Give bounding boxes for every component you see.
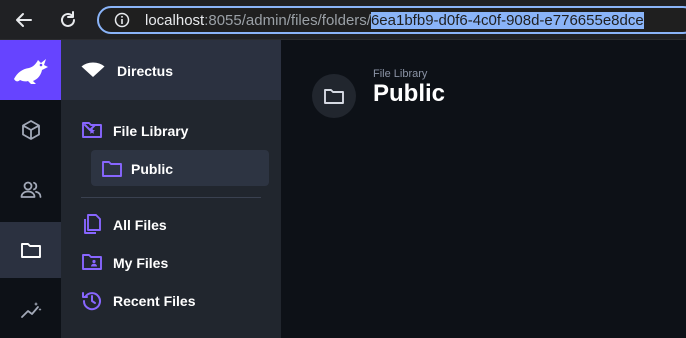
box-icon bbox=[22, 120, 40, 140]
nav-my-files-label: My Files bbox=[113, 255, 169, 271]
module-insights[interactable] bbox=[0, 282, 61, 338]
history-icon bbox=[82, 292, 101, 311]
breadcrumb[interactable]: File Library bbox=[373, 68, 427, 80]
wifi-icon bbox=[81, 62, 105, 77]
nav-file-library[interactable]: File Library bbox=[81, 119, 271, 143]
address-bar[interactable]: localhost:8055/admin/files/folders/6ea1b… bbox=[97, 6, 686, 34]
navigation-panel: Directus File Library Public All Files M… bbox=[61, 40, 281, 338]
module-files[interactable] bbox=[0, 222, 61, 278]
files-copy-icon bbox=[84, 214, 101, 234]
module-users[interactable] bbox=[0, 162, 61, 218]
project-header[interactable]: Directus bbox=[61, 40, 281, 100]
people-icon bbox=[20, 181, 42, 198]
nav-folder-public[interactable]: Public bbox=[91, 150, 269, 186]
url-text[interactable]: localhost:8055/admin/files/folders/6ea1b… bbox=[145, 12, 644, 30]
nav-divider bbox=[81, 197, 261, 198]
browser-toolbar: localhost:8055/admin/files/folders/6ea1b… bbox=[0, 0, 686, 40]
header-folder-button[interactable] bbox=[312, 74, 356, 118]
url-path: :8055/admin/files/folders/ bbox=[204, 12, 371, 29]
directus-logo[interactable] bbox=[0, 40, 61, 100]
info-icon[interactable] bbox=[114, 12, 130, 28]
nav-my-files[interactable]: My Files bbox=[81, 251, 271, 275]
nav-all-files[interactable]: All Files bbox=[81, 213, 271, 237]
page-title: Public bbox=[373, 80, 446, 107]
nav-all-files-label: All Files bbox=[113, 217, 167, 233]
reload-icon[interactable] bbox=[58, 10, 78, 30]
insights-icon bbox=[21, 302, 42, 318]
nav-recent-files[interactable]: Recent Files bbox=[81, 289, 271, 313]
nav-recent-files-label: Recent Files bbox=[113, 293, 196, 309]
folder-icon bbox=[21, 243, 41, 258]
nav-file-library-label: File Library bbox=[113, 123, 189, 139]
url-selected-id: 6ea1bfb9-d0f6-4c0f-908d-e776655e8dce bbox=[370, 12, 644, 29]
folder-user-icon bbox=[82, 254, 102, 270]
folder-icon bbox=[324, 89, 344, 104]
back-arrow-icon[interactable] bbox=[14, 10, 34, 30]
project-name: Directus bbox=[117, 63, 174, 79]
module-content[interactable] bbox=[0, 102, 61, 158]
chevron-down-icon[interactable] bbox=[81, 119, 99, 137]
url-host: localhost bbox=[145, 12, 205, 29]
nav-folder-public-label: Public bbox=[131, 161, 174, 177]
rabbit-logo-icon bbox=[14, 59, 48, 84]
folder-icon bbox=[102, 161, 122, 177]
module-bar bbox=[0, 40, 61, 338]
